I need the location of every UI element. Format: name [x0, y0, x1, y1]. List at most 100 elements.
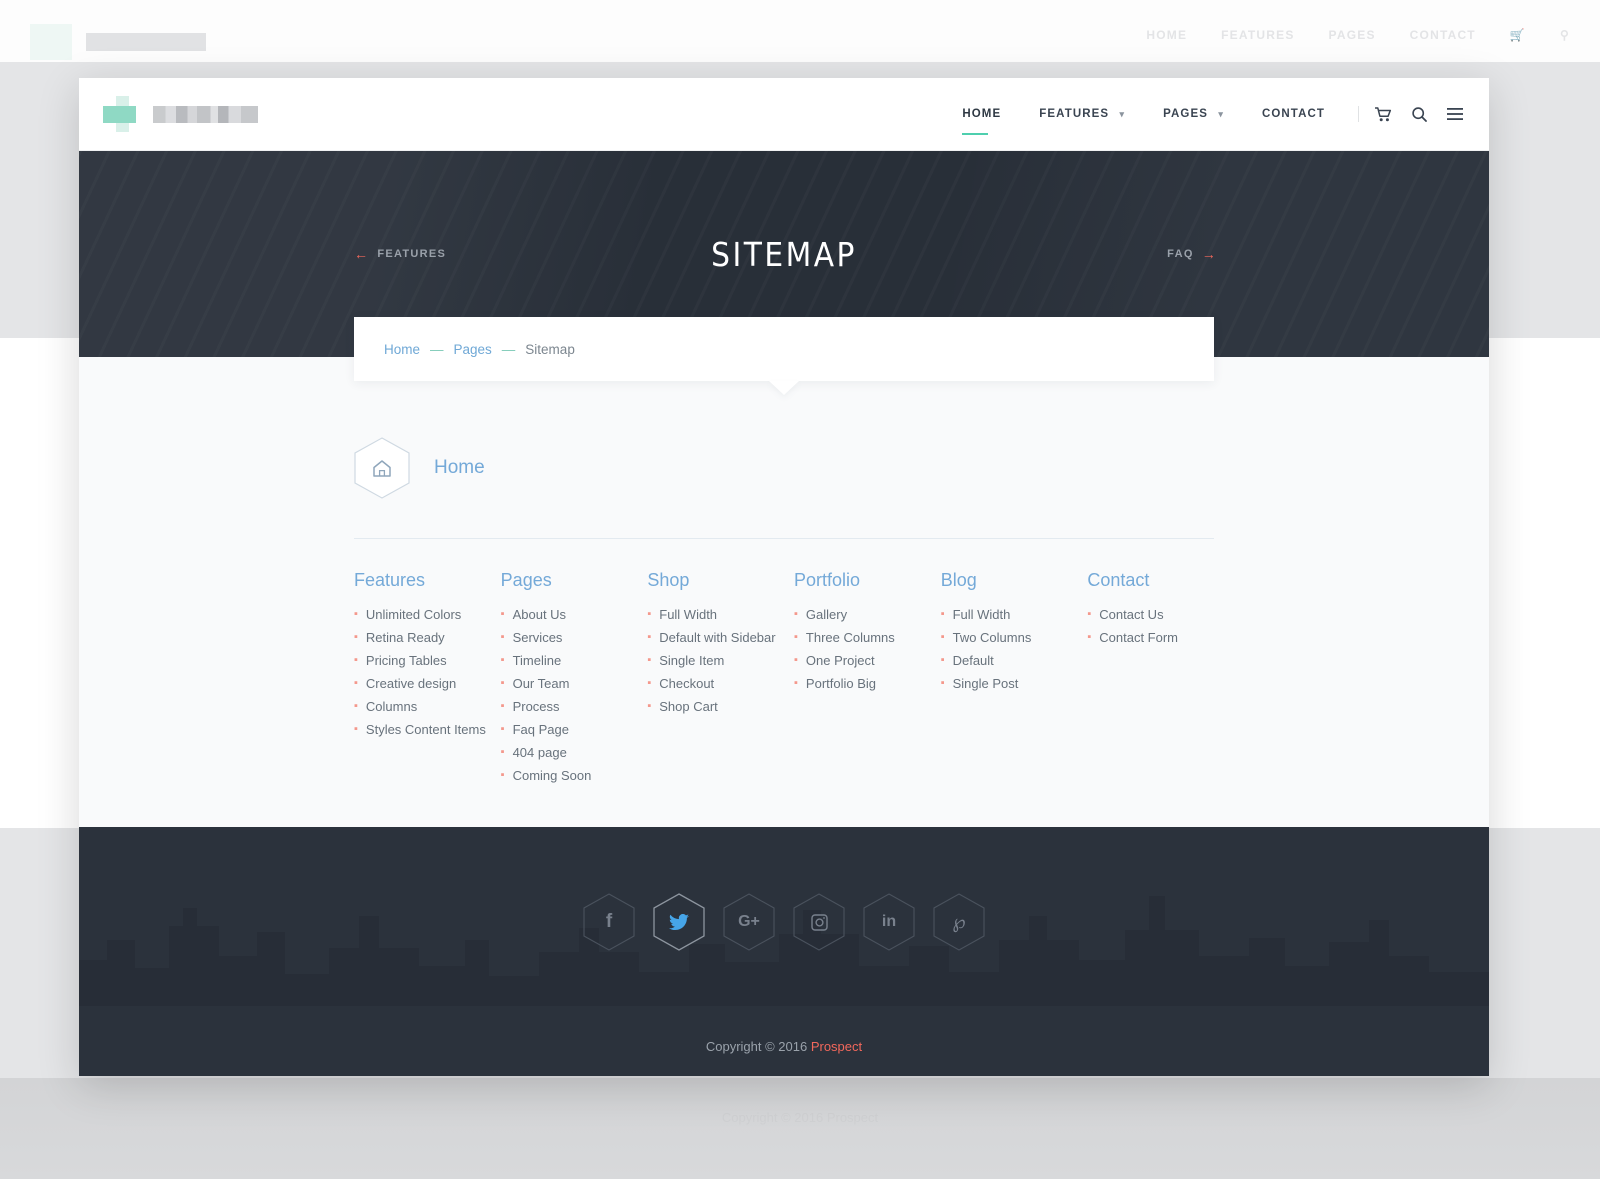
page-icon: ▪: [500, 700, 505, 712]
background-logo-mark: [30, 24, 72, 60]
list-item[interactable]: ▪ Process: [501, 699, 648, 714]
list-item-label: Two Columns: [952, 630, 1032, 645]
facebook-icon[interactable]: f: [583, 893, 635, 951]
sitemap-column-blog: Blog ▪ Full Width ▪ Two Columns ▪ Default ▪…: [941, 570, 1088, 791]
list-item[interactable]: ▪ Full Width: [941, 607, 1088, 622]
site-logo[interactable]: [103, 96, 258, 132]
column-title[interactable]: Contact: [1087, 570, 1234, 591]
sitemap-column-portfolio: Portfolio ▪ Gallery ▪ Three Columns ▪ One P…: [794, 570, 941, 791]
list-item[interactable]: ▪ Checkout: [647, 676, 794, 691]
page-title: SITEMAP: [711, 234, 857, 274]
list-item-label: One Project: [805, 653, 875, 668]
list-item[interactable]: ▪ About Us: [501, 607, 648, 622]
list-item[interactable]: ▪ Styles Content Items: [354, 722, 501, 737]
menu-icon[interactable]: [1447, 108, 1463, 120]
list-item[interactable]: ▪ Default: [941, 653, 1088, 668]
list-item-label: Contact Us: [1099, 607, 1164, 622]
hero-next-link[interactable]: FAQ →: [1167, 247, 1217, 261]
bg-band-bottom: [0, 1078, 1600, 1179]
twitter-icon[interactable]: [653, 893, 705, 951]
page-icon: ▪: [500, 608, 505, 620]
pinterest-icon[interactable]: ℘: [933, 893, 985, 951]
background-nav-item-pages: PAGES: [1328, 28, 1376, 42]
nav-item-contact[interactable]: CONTACT: [1243, 108, 1344, 120]
page-icon: ▪: [500, 631, 505, 643]
column-title[interactable]: Shop: [647, 570, 794, 591]
list-item-label: Our Team: [512, 676, 570, 691]
page-icon: ▪: [647, 608, 652, 620]
list-item[interactable]: ▪ Two Columns: [941, 630, 1088, 645]
page-icon: ▪: [500, 723, 505, 735]
page-icon: ▪: [940, 677, 945, 689]
list-item[interactable]: ▪ Contact Us: [1087, 607, 1234, 622]
list-item[interactable]: ▪ Full Width: [647, 607, 794, 622]
list-item[interactable]: ▪ Contact Form: [1087, 630, 1234, 645]
list-item-label: Checkout: [659, 676, 715, 691]
hero-prev-link[interactable]: ← FEATURES: [354, 247, 446, 261]
column-title[interactable]: Pages: [501, 570, 648, 591]
page-icon: ▪: [940, 654, 945, 666]
page-content: Home — Pages — Sitemap Home Features ▪ U…: [79, 317, 1489, 827]
list-item-label: Unlimited Colors: [365, 607, 462, 622]
breadcrumb-card: Home — Pages — Sitemap: [354, 317, 1214, 381]
list-item[interactable]: ▪ Three Columns: [794, 630, 941, 645]
list-item[interactable]: ▪ Timeline: [501, 653, 648, 668]
sitemap-home-label[interactable]: Home: [434, 457, 485, 479]
list-item[interactable]: ▪ Creative design: [354, 676, 501, 691]
column-list: ▪ Full Width ▪ Default with Sidebar ▪ Singl…: [647, 607, 794, 714]
list-item-label: Services: [512, 630, 563, 645]
nav-item-pages[interactable]: PAGES ▾: [1144, 108, 1243, 120]
list-item[interactable]: ▪ Default with Sidebar: [647, 630, 794, 645]
arrow-left-icon: ←: [354, 246, 370, 262]
list-item[interactable]: ▪ Our Team: [501, 676, 648, 691]
list-item[interactable]: ▪ Single Post: [941, 676, 1088, 691]
home-hexagon-button[interactable]: [354, 437, 410, 499]
list-item-label: Timeline: [512, 653, 562, 668]
list-item[interactable]: ▪ Services: [501, 630, 648, 645]
instagram-icon[interactable]: [793, 893, 845, 951]
footer-brand-link[interactable]: Prospect: [811, 1039, 862, 1054]
search-icon[interactable]: [1412, 106, 1427, 122]
list-item[interactable]: ▪ 404 page: [501, 745, 648, 760]
list-item-label: Full Width: [659, 607, 718, 622]
column-title[interactable]: Blog: [941, 570, 1088, 591]
list-item[interactable]: ▪ Gallery: [794, 607, 941, 622]
sitemap-columns: Features ▪ Unlimited Colors ▪ Retina Ready…: [354, 570, 1234, 791]
breadcrumb-item-home[interactable]: Home: [384, 342, 420, 357]
list-item[interactable]: ▪ Columns: [354, 699, 501, 714]
list-item[interactable]: ▪ Shop Cart: [647, 699, 794, 714]
background-nav: HOME FEATURES PAGES CONTACT 🛒 ⚲: [1146, 28, 1570, 42]
background-logo-text: [86, 33, 206, 51]
google-plus-glyph: G+: [738, 913, 760, 930]
breadcrumb-separator: —: [501, 341, 516, 357]
page-icon: ▪: [647, 700, 652, 712]
logo-wordmark: [153, 105, 258, 123]
list-item[interactable]: ▪ Portfolio Big: [794, 676, 941, 691]
page-icon: ▪: [647, 631, 652, 643]
list-item-label: Contact Form: [1099, 630, 1179, 645]
list-item[interactable]: ▪ One Project: [794, 653, 941, 668]
site-header: HOME FEATURES ▾ PAGES ▾ CONTACT: [79, 78, 1489, 151]
cart-icon[interactable]: [1375, 106, 1392, 122]
column-title[interactable]: Features: [354, 570, 501, 591]
sitemap-home-row[interactable]: Home: [354, 437, 1489, 499]
page-icon: ▪: [794, 677, 798, 689]
linkedin-icon[interactable]: in: [863, 893, 915, 951]
nav-item-home-label: HOME: [962, 108, 1002, 120]
list-item[interactable]: ▪ Retina Ready: [354, 630, 501, 645]
google-plus-icon[interactable]: G+: [723, 893, 775, 951]
list-item[interactable]: ▪ Coming Soon: [501, 768, 648, 783]
list-item[interactable]: ▪ Unlimited Colors: [354, 607, 501, 622]
background-logo: [30, 24, 206, 60]
background-nav-item-home: HOME: [1146, 28, 1188, 42]
list-item[interactable]: ▪ Pricing Tables: [354, 653, 501, 668]
breadcrumb-item-pages[interactable]: Pages: [454, 342, 492, 357]
nav-item-home[interactable]: HOME: [943, 108, 1020, 135]
list-item-label: Coming Soon: [512, 768, 592, 783]
social-links: f G+ in ℘: [79, 893, 1489, 951]
footer-copyright-prefix: Copyright © 2016: [705, 1039, 811, 1054]
list-item[interactable]: ▪ Single Item: [647, 653, 794, 668]
list-item[interactable]: ▪ Faq Page: [501, 722, 648, 737]
column-title[interactable]: Portfolio: [794, 570, 941, 591]
nav-item-features[interactable]: FEATURES ▾: [1020, 108, 1144, 120]
